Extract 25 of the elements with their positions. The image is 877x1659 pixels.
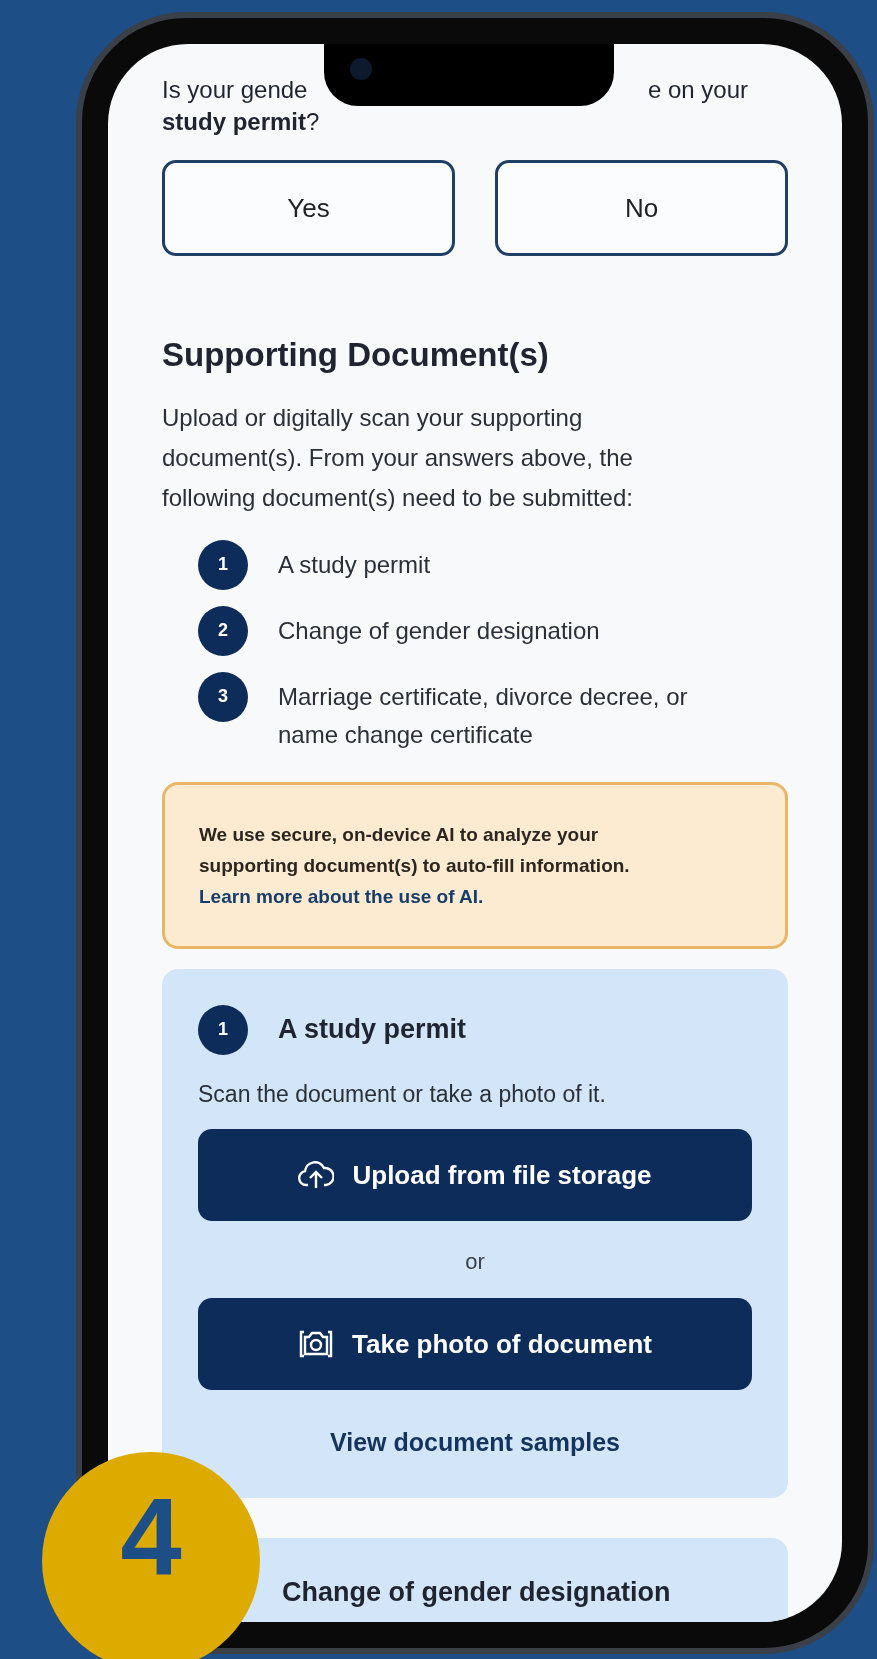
step-number: 4 (120, 1481, 182, 1591)
answer-button[interactable]: No (495, 160, 788, 256)
document-label: Marriage certificate, divorce decree, or name change certificate (278, 681, 689, 750)
or-separator: or (465, 1248, 485, 1276)
number-badge: 1 (198, 539, 248, 590)
answer-button[interactable]: Yes (162, 160, 455, 256)
number-badge: 1 (198, 1004, 248, 1055)
number-badge: 3 (198, 671, 248, 722)
intro-text: Upload or digitally scan your supporting document(s). From your answers above, the following document(s) need to be submitted: (162, 402, 634, 513)
card-title: Change of gender designation (282, 1576, 671, 1607)
photo-button[interactable]: Take photo of document (198, 1298, 752, 1390)
samples-link[interactable]: View document samples (330, 1424, 620, 1462)
question-text: Is your gende (162, 75, 308, 105)
number-badge: 2 (198, 605, 248, 656)
instruction-text: Scan the document or take a photo of it. (198, 1079, 607, 1109)
card-title: A study permit (278, 1013, 467, 1047)
ai-info-link[interactable]: Learn more about the use of AI. (199, 885, 484, 907)
cloud-upload-icon (298, 1159, 335, 1191)
section-heading: Supporting Document(s) (162, 335, 550, 375)
document-label: Change of gender designation (278, 615, 600, 646)
notice-text: We use secure, on-device AI to analyze your supporting document(s) to auto-fill information. Learn more about the use of AI. (199, 822, 631, 909)
upload-button[interactable]: Upload from file storage (198, 1129, 752, 1221)
document-label: A study permit (278, 549, 431, 580)
question-text: e on your (647, 75, 748, 105)
question-text: study permit? (162, 108, 320, 135)
